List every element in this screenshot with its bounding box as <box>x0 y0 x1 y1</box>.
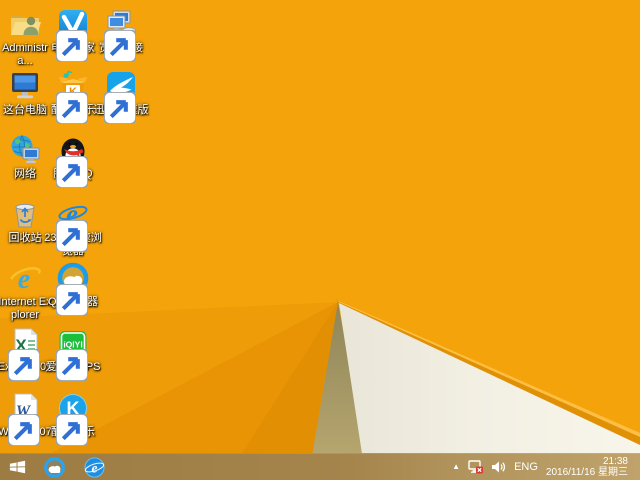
shortcut-arrow-icon <box>104 92 136 124</box>
shortcut-arrow-icon <box>56 284 88 316</box>
show-hidden-icons-button[interactable]: ▲ <box>448 454 464 480</box>
e-browser-icon: e <box>83 456 105 478</box>
qq-browser-icon <box>43 456 65 478</box>
desktop-icon-browser-2345[interactable]: e2345加速浏览器 <box>44 198 101 258</box>
cloud-ring-icon <box>56 262 89 316</box>
language-indicator[interactable]: ENG <box>510 454 542 480</box>
desktop-icon-tencent-qq[interactable]: 腾讯QQ <box>49 134 97 188</box>
desktop-icon-excel-2007[interactable]: XExcel 2007 <box>0 327 52 381</box>
desktop-icon-word-2007[interactable]: WWord 2007 <box>0 392 52 446</box>
shortcut-arrow-icon <box>104 30 136 62</box>
taskbar-e-browser[interactable]: e <box>74 454 114 480</box>
computer-icon <box>9 70 41 102</box>
ie-icon: e <box>9 262 41 294</box>
e-blue-icon: e <box>56 198 89 252</box>
desktop-icon-pc-manager[interactable]: 电脑管家 <box>49 8 97 62</box>
desktop-icon-recycle-bin[interactable]: 回收站 <box>1 198 49 245</box>
thunder-bird-icon <box>104 70 137 124</box>
clock-date: 2016/11/16 星期三 <box>545 467 628 478</box>
shortcut-arrow-icon <box>8 414 40 446</box>
shortcut-arrow-icon <box>56 220 88 252</box>
windows-logo-icon <box>9 460 25 474</box>
svg-text:e: e <box>91 460 97 475</box>
broadband-icon <box>104 8 137 62</box>
start-button[interactable] <box>0 454 34 480</box>
clock[interactable]: 21:38 2016/11/16 星期三 <box>542 456 634 478</box>
recycle-bin-icon <box>9 198 41 230</box>
globe-network-icon <box>9 134 41 166</box>
kugou-k-icon: K <box>56 392 89 446</box>
penguin-icon <box>56 134 89 188</box>
shortcut-arrow-icon <box>56 349 88 381</box>
desktop-icon-thunder-speed[interactable]: 迅雷极速版 <box>94 70 149 124</box>
desktop-icon-internet-explorer[interactable]: e Internet Explorer <box>0 262 52 322</box>
system-tray: ▲ ENG 21:38 2016/11/16 星期三 <box>448 454 640 480</box>
shortcut-arrow-icon <box>56 414 88 446</box>
desktop-icon-this-pc[interactable]: 这台电脑 <box>1 70 49 117</box>
desktop-icon-network[interactable]: 网络 <box>1 134 49 181</box>
shortcut-arrow-icon <box>8 349 40 381</box>
volume-icon[interactable] <box>487 454 510 480</box>
desktop-icon-administrator[interactable]: Administra... <box>1 8 49 68</box>
desktop: Administra...电脑管家宽带连接这台电脑K酷我音乐迅雷极速版网络腾讯Q… <box>0 0 640 480</box>
clock-time: 21:38 <box>602 456 628 467</box>
shortcut-arrow-icon <box>56 30 88 62</box>
taskbar: e ▲ ENG 21:38 2016/11/16 星期三 <box>0 453 640 480</box>
music-box-icon: K <box>56 70 89 124</box>
shortcut-arrow-icon <box>56 156 88 188</box>
desktop-icon-qq-browser[interactable]: QQ浏览器 <box>48 262 98 316</box>
desktop-icon-broadband[interactable]: 宽带连接 <box>97 8 145 62</box>
desktop-icon-iqiyi-pps[interactable]: iQIYI爱奇艺PPS <box>45 327 101 381</box>
desktop-icon-kuwo-music[interactable]: K酷我音乐 <box>49 70 97 124</box>
word-doc-icon: W <box>8 392 41 446</box>
network-status-icon[interactable] <box>464 454 487 480</box>
svg-text:iQIYI: iQIYI <box>63 340 82 350</box>
excel-doc-icon: X <box>8 327 41 381</box>
shortcut-arrow-icon <box>56 92 88 124</box>
shield-check-icon <box>56 8 89 62</box>
desktop-icon-kugou-music[interactable]: K酷狗音乐 <box>49 392 97 446</box>
iqiyi-icon: iQIYI <box>56 327 89 381</box>
user-folder-icon <box>9 8 41 40</box>
taskbar-qq-browser[interactable] <box>34 454 74 480</box>
